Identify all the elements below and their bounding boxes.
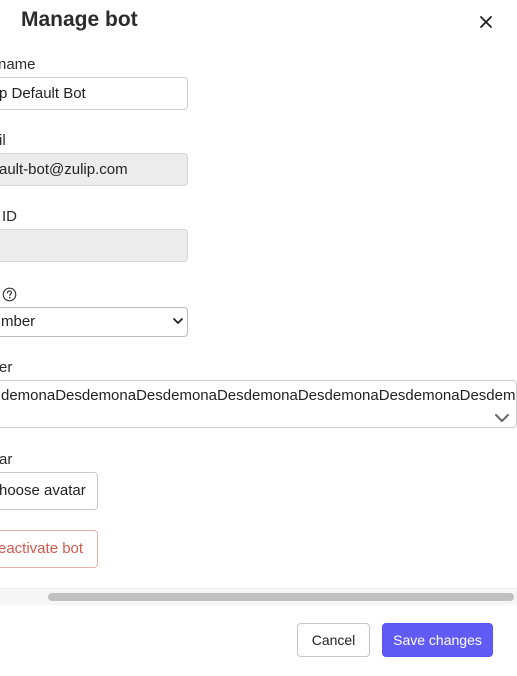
avatar-label: ar (0, 451, 13, 468)
question-circle-icon[interactable] (2, 287, 17, 302)
modal-title: Manage bot (21, 8, 138, 31)
horizontal-scrollbar[interactable] (0, 588, 517, 605)
manage-bot-modal: Manage bot name p Default Bot il ault-bo… (0, 0, 517, 676)
close-button[interactable] (475, 10, 497, 34)
cancel-button[interactable]: Cancel (297, 623, 370, 657)
name-label: name (0, 56, 36, 73)
chevron-down-icon (495, 414, 509, 422)
email-field: ault-bot@zulip.com (0, 153, 188, 186)
scrollbar-thumb[interactable] (48, 593, 514, 601)
choose-avatar-button[interactable]: hoose avatar (0, 472, 98, 510)
name-input[interactable]: p Default Bot (0, 77, 188, 110)
owner-label: er (0, 359, 13, 376)
user-id-label: ID (2, 208, 17, 225)
save-changes-button[interactable]: Save changes (382, 623, 493, 657)
close-icon (480, 16, 492, 28)
role-select[interactable]: mber (0, 307, 188, 337)
role-selected-value: mber (1, 313, 36, 330)
user-id-field (0, 229, 188, 262)
deactivate-bot-button[interactable]: eactivate bot (0, 530, 98, 568)
owner-value: demonaDesdemonaDesdemonaDesdemonaDesdemo… (1, 387, 516, 404)
email-label: il (0, 132, 6, 149)
owner-dropdown[interactable]: demonaDesdemonaDesdemonaDesdemonaDesdemo… (0, 380, 517, 428)
chevron-down-icon (173, 318, 183, 324)
